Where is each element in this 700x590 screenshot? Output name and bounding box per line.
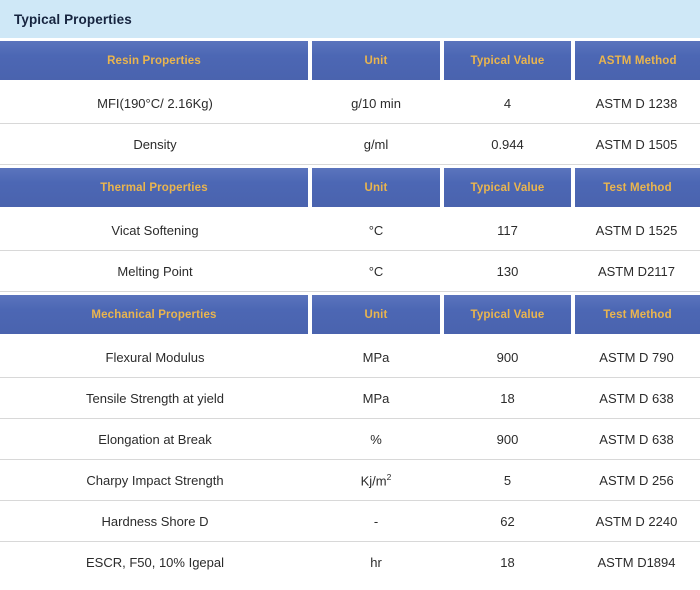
unit-cell: MPa — [310, 377, 442, 419]
column-header-label: Typical Value — [470, 308, 545, 321]
table-body: Resin Properties Unit Typical Value ASTM Me… — [0, 38, 700, 582]
section-header-cell: Typical Value — [442, 38, 573, 83]
unit-superscript: 2 — [386, 471, 392, 482]
typical-value-cell: 62 — [442, 500, 573, 542]
unit-cell: g/ml — [310, 123, 442, 165]
typical-value-cell: 130 — [442, 250, 573, 292]
section-header-cell: Unit — [310, 38, 442, 83]
section-header-cell: Test Method — [573, 292, 700, 338]
property-cell: Flexural Modulus — [0, 337, 310, 378]
property-cell: Density — [0, 123, 310, 165]
property-cell: MFI(190°C/ 2.16Kg) — [0, 83, 310, 124]
banner: Typical Properties — [0, 0, 700, 38]
table-row: Melting Point °C 130 ASTM D2117 — [0, 250, 700, 292]
typical-value-cell: 900 — [442, 418, 573, 460]
property-cell: Elongation at Break — [0, 418, 310, 460]
column-header-label: Unit — [364, 308, 388, 321]
column-header-test-method[interactable]: Test Method — [575, 168, 700, 207]
property-cell: Hardness Shore D — [0, 500, 310, 542]
unit-cell: hr — [370, 554, 382, 570]
unit-cell: g/10 min — [310, 83, 442, 124]
test-method-cell: ASTM D 2240 — [573, 500, 700, 542]
property-cell: ESCR, F50, 10% Igepal — [85, 554, 225, 570]
column-header-label: Typical Value — [470, 181, 545, 194]
section-header-cell: Resin Properties — [0, 38, 310, 83]
test-method-cell: ASTM D 1525 — [573, 210, 700, 251]
column-header-label: Test Method — [603, 308, 672, 321]
unit-cell: Kj/m2 — [310, 459, 442, 501]
table-row: Charpy Impact Strength Kj/m2 5 ASTM D 256 — [0, 459, 700, 501]
column-header-astm-method[interactable]: ASTM Method — [575, 41, 700, 80]
column-header-thermal-properties[interactable]: Thermal Properties — [0, 168, 308, 207]
column-header-test-method[interactable]: Test Method — [575, 295, 700, 334]
section-header-cell: Mechanical Properties — [0, 292, 310, 338]
section-header-cell: Typical Value — [442, 292, 573, 338]
unit-cell: °C — [310, 250, 442, 292]
test-method-cell: ASTM D1894 — [597, 554, 676, 570]
property-cell: Tensile Strength at yield — [0, 377, 310, 419]
test-method-cell: ASTM D 256 — [573, 459, 700, 501]
typical-value-cell: 117 — [442, 210, 573, 251]
typical-value-cell: 18 — [500, 554, 515, 570]
section-header-row: Mechanical Properties Unit Typical Value Te… — [0, 292, 700, 338]
property-cell: Charpy Impact Strength — [0, 459, 310, 501]
test-method-cell: ASTM D 1505 — [573, 123, 700, 165]
typical-properties-sheet: Typical Properties Resin Properties Unit T… — [0, 0, 700, 590]
property-cell: Melting Point — [0, 250, 310, 292]
section-header-cell: Test Method — [573, 165, 700, 211]
column-header-label: Unit — [364, 54, 388, 67]
section-header-cell: Unit — [310, 292, 442, 338]
table-row: Density g/ml 0.944 ASTM D 1505 — [0, 123, 700, 165]
test-method-cell: ASTM D 1238 — [573, 83, 700, 124]
column-header-typical-value[interactable]: Typical Value — [444, 41, 571, 80]
column-header-unit[interactable]: Unit — [312, 41, 440, 80]
column-header-label: Mechanical Properties — [91, 308, 217, 321]
section-header-cell: ASTM Method — [573, 38, 700, 83]
test-method-cell: ASTM D 638 — [573, 377, 700, 419]
section-header-cell: Typical Value — [442, 165, 573, 211]
table-row: MFI(190°C/ 2.16Kg) g/10 min 4 ASTM D 1238 — [0, 83, 700, 124]
test-method-cell: ASTM D2117 — [573, 250, 700, 292]
section-header-cell: Unit — [310, 165, 442, 211]
properties-table: Resin Properties Unit Typical Value ASTM Me… — [0, 38, 700, 582]
table-row: Vicat Softening °C 117 ASTM D 1525 — [0, 210, 700, 251]
column-header-unit[interactable]: Unit — [312, 168, 440, 207]
page-title: Typical Properties — [14, 11, 132, 27]
column-header-label: Resin Properties — [107, 54, 201, 67]
typical-value-cell: 900 — [442, 337, 573, 378]
property-cell: Vicat Softening — [0, 210, 310, 251]
unit-cell: % — [310, 418, 442, 460]
typical-value-cell: 5 — [442, 459, 573, 501]
unit-cell: - — [310, 500, 442, 542]
column-header-unit[interactable]: Unit — [312, 295, 440, 334]
test-method-cell: ASTM D 638 — [573, 418, 700, 460]
table-row: Flexural Modulus MPa 900 ASTM D 790 — [0, 337, 700, 378]
column-header-label: Test Method — [603, 181, 672, 194]
typical-value-cell: 0.944 — [442, 123, 573, 165]
table-row: ESCR, F50, 10% Igepal hr 18 ASTM D1894 — [0, 542, 700, 583]
table-row: Tensile Strength at yield MPa 18 ASTM D 638 — [0, 377, 700, 419]
column-header-label: Typical Value — [470, 54, 545, 67]
test-method-cell: ASTM D 790 — [573, 337, 700, 378]
unit-cell: MPa — [310, 337, 442, 378]
table-row: Elongation at Break% 900 ASTM D 638 — [0, 418, 700, 460]
section-header-row: Resin Properties Unit Typical Value ASTM Me… — [0, 38, 700, 83]
table-row: Hardness Shore D -62 ASTM D 2240 — [0, 500, 700, 542]
unit-base: Kj/m — [360, 473, 387, 489]
unit-cell: °C — [310, 210, 442, 251]
column-header-label: Unit — [364, 181, 388, 194]
column-header-mechanical-properties[interactable]: Mechanical Properties — [0, 295, 308, 334]
column-header-resin-properties[interactable]: Resin Properties — [0, 41, 308, 80]
section-header-cell: Thermal Properties — [0, 165, 310, 211]
column-header-label: ASTM Method — [598, 54, 677, 67]
column-header-typical-value[interactable]: Typical Value — [444, 168, 571, 207]
column-header-typical-value[interactable]: Typical Value — [444, 295, 571, 334]
typical-value-cell: 4 — [442, 83, 573, 124]
section-header-row: Thermal Properties Unit Typical Value Test … — [0, 165, 700, 211]
typical-value-cell: 18 — [442, 377, 573, 419]
column-header-label: Thermal Properties — [100, 181, 208, 194]
